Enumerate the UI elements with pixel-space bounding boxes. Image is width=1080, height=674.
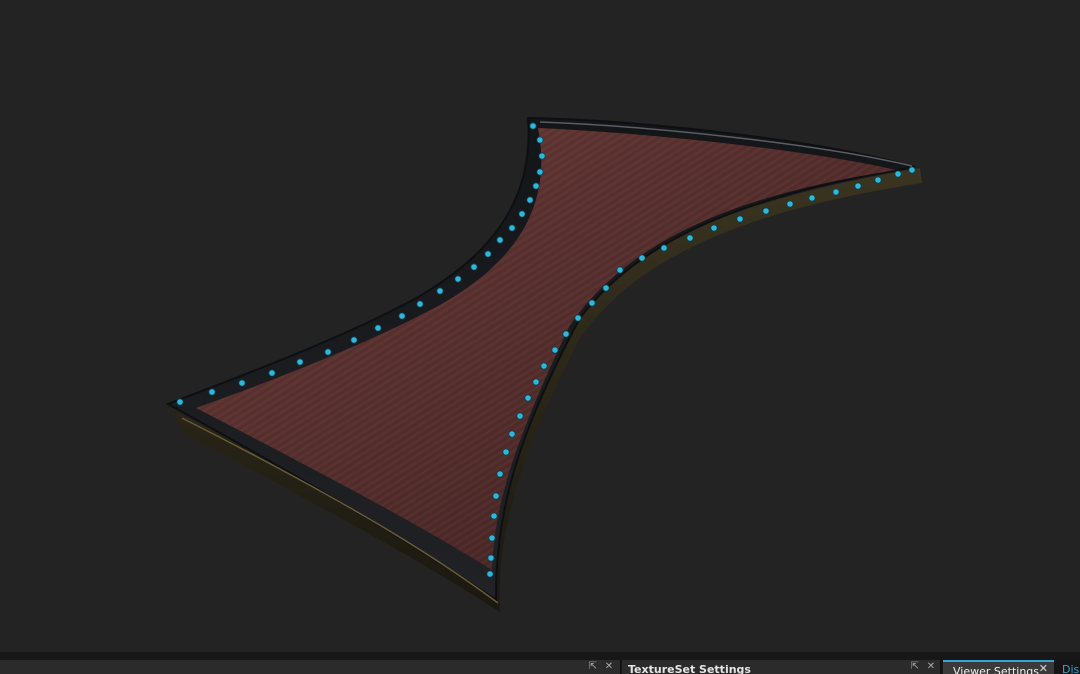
stud <box>832 188 840 196</box>
textureset-panel-header: TextureSet Settings ⇱ ✕ <box>622 660 941 674</box>
tab-display[interactable]: Disp <box>1062 663 1080 674</box>
stud <box>324 348 332 356</box>
stud <box>502 448 510 456</box>
left-panel-header: ⇱ ✕ <box>0 660 621 674</box>
stud <box>686 234 694 242</box>
stud <box>854 182 862 190</box>
stud <box>470 263 478 271</box>
pop-out-icon[interactable]: ⇱ <box>910 662 920 672</box>
stud <box>398 312 406 320</box>
stud <box>524 394 532 402</box>
stud <box>532 378 540 386</box>
stud <box>660 244 668 252</box>
pop-out-icon[interactable]: ⇱ <box>588 662 598 672</box>
stud <box>488 534 496 542</box>
stud <box>762 207 770 215</box>
panel-separator[interactable] <box>0 652 1080 660</box>
3d-viewport[interactable] <box>0 0 1080 652</box>
stud <box>176 398 184 406</box>
stud <box>786 200 794 208</box>
stud <box>374 324 382 332</box>
stud <box>551 346 559 354</box>
stud <box>536 136 544 144</box>
stud <box>874 176 882 184</box>
stud <box>526 196 534 204</box>
tab-label: Viewer Settings <box>953 665 1040 674</box>
stud <box>496 470 504 478</box>
close-icon[interactable]: ✕ <box>604 662 614 672</box>
stud <box>908 166 916 174</box>
tab-viewer-settings[interactable]: Viewer Settings ✕ <box>943 660 1054 674</box>
stud <box>616 266 624 274</box>
stud <box>532 182 540 190</box>
stud <box>736 215 744 223</box>
stud <box>518 210 526 218</box>
stud <box>638 254 646 262</box>
stud <box>484 250 492 258</box>
stud <box>454 275 462 283</box>
stud <box>894 170 902 178</box>
stud <box>350 336 358 344</box>
stud <box>536 168 544 176</box>
stud <box>808 194 816 202</box>
stud <box>508 430 516 438</box>
stud <box>588 299 596 307</box>
close-icon[interactable]: ✕ <box>926 662 936 672</box>
stud <box>496 236 504 244</box>
stud <box>540 362 548 370</box>
stud <box>710 224 718 232</box>
stud <box>268 369 276 377</box>
bottom-dock: ⇱ ✕ TextureSet Settings ⇱ ✕ Viewer Setti… <box>0 660 1080 674</box>
stud <box>208 388 216 396</box>
stud <box>562 330 570 338</box>
stud <box>296 358 304 366</box>
stud <box>602 284 610 292</box>
panel-title: TextureSet Settings <box>628 663 751 674</box>
stud <box>508 224 516 232</box>
stud <box>574 314 582 322</box>
close-icon[interactable]: ✕ <box>1039 663 1048 674</box>
stud <box>516 412 524 420</box>
stud <box>487 554 495 562</box>
stud <box>416 300 424 308</box>
stud <box>492 492 500 500</box>
stud <box>436 287 444 295</box>
stud <box>490 512 498 520</box>
stud <box>486 570 494 578</box>
viewport-render <box>165 116 922 612</box>
stud <box>238 379 246 387</box>
stud <box>538 152 546 160</box>
stud <box>529 122 537 130</box>
